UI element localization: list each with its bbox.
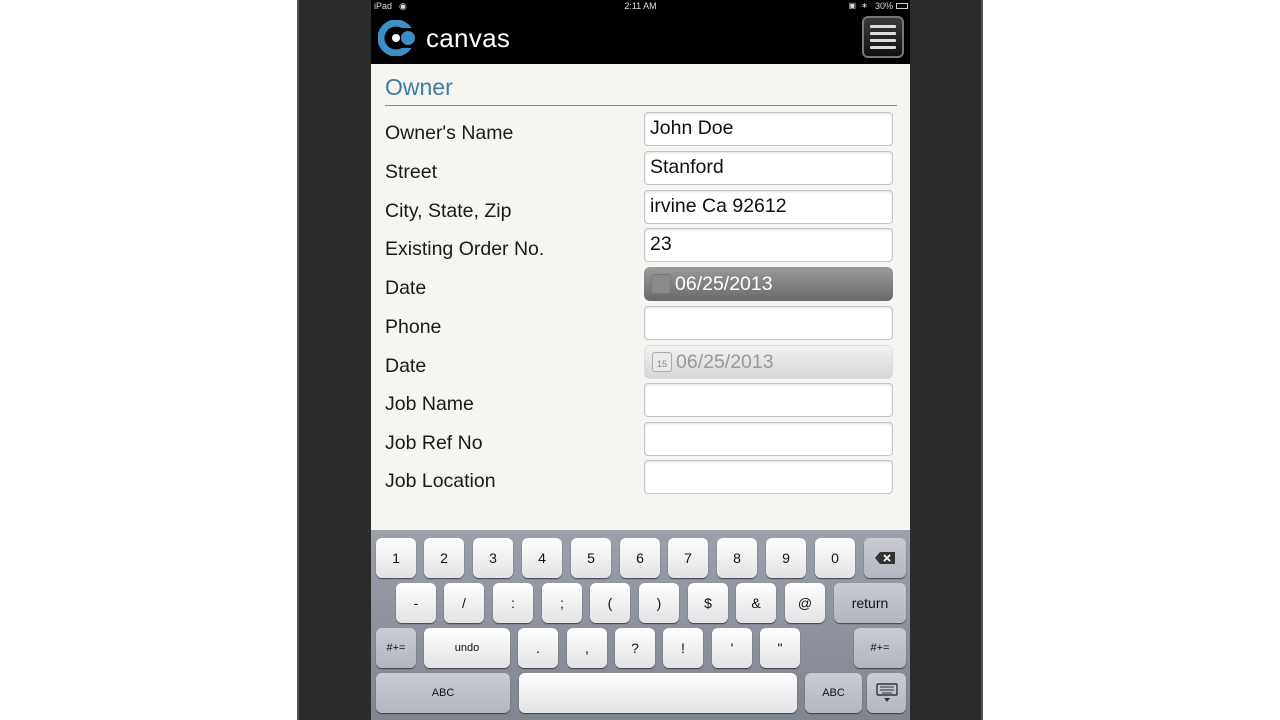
key-quote[interactable]: " [760,628,800,668]
key-question[interactable]: ? [615,628,655,668]
menu-icon [870,25,896,28]
key-7[interactable]: 7 [668,538,708,578]
owners-name-label: Owner's Name [385,122,514,144]
abc-key-right[interactable]: ABC [805,673,862,713]
battery-icon [896,3,908,9]
key-comma[interactable]: , [567,628,607,668]
date-label-1: Date [385,277,427,299]
date-value-2: 06/25/2013 [676,350,774,373]
row-phone: Phone [371,302,910,340]
backspace-icon [875,552,895,564]
owner-form: Owner Owner's Name John Doe Street Stanf… [371,64,910,530]
date-label-2: Date [385,355,427,377]
ipad-screen: iPad ◉ 2:11 AM ▣ ∗ 30% canvas Owner Owne… [371,0,910,720]
row-date-2: Date 15 06/25/2013 [371,341,910,379]
onscreen-keyboard: 1 2 3 4 5 6 7 8 9 0 - / : ; ( ) $ & @ re… [371,530,910,720]
row-job-name: Job Name [371,379,910,417]
row-city-state-zip: City, State, Zip irvine Ca 92612 [371,186,910,224]
menu-icon-bar [870,46,896,49]
app-navbar: canvas [371,14,910,64]
job-location-label: Job Location [385,470,496,492]
hide-keyboard-key[interactable] [867,673,906,713]
owners-name-input[interactable]: John Doe [644,112,893,146]
key-semicolon[interactable]: ; [542,583,582,623]
calendar-icon: 15 [652,352,672,372]
logo-text: canvas [426,22,511,53]
row-date-1: Date 15 06/25/2013 [371,263,910,301]
row-owners-name: Owner's Name John Doe [371,108,910,146]
key-close-paren[interactable]: ) [639,583,679,623]
key-open-paren[interactable]: ( [590,583,630,623]
keyboard-dismiss-icon [875,683,898,702]
key-5[interactable]: 5 [571,538,611,578]
row-job-location: Job Location [371,456,910,494]
row-street: Street Stanford [371,147,910,185]
calendar-icon: 15 [651,274,671,294]
key-at[interactable]: @ [785,583,825,623]
city-state-zip-input[interactable]: irvine Ca 92612 [644,190,893,224]
key-2[interactable]: 2 [424,538,464,578]
job-location-input[interactable] [644,460,893,494]
job-ref-no-input[interactable] [644,422,893,456]
key-9[interactable]: 9 [766,538,806,578]
calendar-icon-day: 15 [656,359,667,369]
calendar-icon-day: 15 [655,281,666,291]
key-6[interactable]: 6 [620,538,660,578]
key-dollar[interactable]: $ [688,583,728,623]
menu-icon-bar [870,39,896,42]
menu-icon-bar [870,32,896,35]
key-ampersand[interactable]: & [736,583,776,623]
street-input[interactable]: Stanford [644,151,893,185]
job-name-input[interactable] [644,383,893,417]
key-more-symbols-right[interactable]: #+= [854,628,906,668]
backspace-key[interactable] [864,538,906,578]
bluetooth-icon: ∗ [861,1,868,10]
date-picker-1[interactable]: 15 06/25/2013 [644,267,893,301]
key-4[interactable]: 4 [522,538,562,578]
row-existing-order-no: Existing Order No. 23 [371,224,910,262]
street-label: Street [385,161,438,183]
key-0[interactable]: 0 [815,538,855,578]
section-divider [385,105,897,106]
abc-key-left[interactable]: ABC [376,673,510,713]
status-battery: 30% [874,1,893,11]
row-job-ref-no: Job Ref No [371,418,910,456]
job-name-label: Job Name [385,393,474,415]
key-8[interactable]: 8 [717,538,757,578]
key-period[interactable]: . [518,628,558,668]
key-1[interactable]: 1 [376,538,416,578]
date-picker-2[interactable]: 15 06/25/2013 [644,345,893,379]
key-hyphen[interactable]: - [396,583,436,623]
menu-button[interactable] [862,16,904,58]
status-time: 2:11 AM [624,1,657,11]
key-colon[interactable]: : [493,583,533,623]
key-apostrophe[interactable]: ' [712,628,752,668]
city-state-zip-label: City, State, Zip [385,200,512,222]
job-ref-no-label: Job Ref No [385,432,483,454]
phone-input[interactable] [644,306,893,340]
space-key[interactable] [519,673,797,713]
existing-order-no-input[interactable]: 23 [644,228,893,262]
date-value-1: 06/25/2013 [675,272,773,295]
canvas-logo: canvas [378,20,510,56]
return-key[interactable]: return [834,583,906,623]
key-slash[interactable]: / [444,583,484,623]
lock-rotation-icon: ▣ [848,1,856,10]
phone-label: Phone [385,316,442,338]
key-exclamation[interactable]: ! [663,628,703,668]
existing-order-no-label: Existing Order No. [385,238,545,260]
canvas-logo-icon [378,20,415,56]
key-more-symbols-left[interactable]: #+= [376,628,416,668]
undo-key[interactable]: undo [424,628,510,668]
status-bar: iPad ◉ 2:11 AM ▣ ∗ 30% [371,0,910,14]
section-title: Owner [385,74,453,100]
key-3[interactable]: 3 [473,538,513,578]
